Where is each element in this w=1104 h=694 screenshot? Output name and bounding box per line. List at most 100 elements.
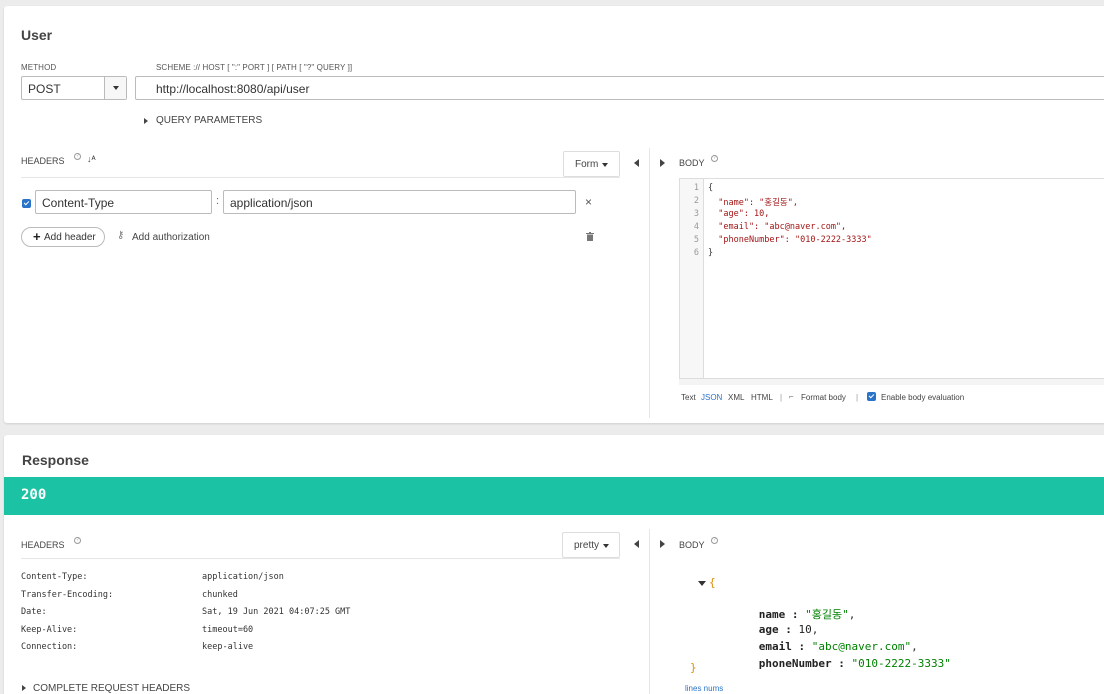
header-name-field[interactable]: Content-Type xyxy=(35,190,212,214)
headers-mode-dropdown[interactable]: Form xyxy=(563,151,620,177)
line-number: 5 xyxy=(693,235,699,245)
header-value-field[interactable]: application/json xyxy=(223,190,576,214)
code-line: "phoneNumber": "010-2222-3333" xyxy=(708,235,872,245)
body-label: BODY xyxy=(679,158,705,168)
url-format-label: SCHEME :// HOST [ ":" PORT ] [ PATH [ "?… xyxy=(156,63,353,72)
enable-eval-checkbox[interactable] xyxy=(867,392,876,401)
add-header-button[interactable]: + Add header xyxy=(21,227,105,247)
line-number: 1 xyxy=(693,183,699,193)
enable-eval-label: Enable body evaluation xyxy=(881,393,965,402)
add-authorization-link[interactable]: ⚷ Add authorization xyxy=(117,230,227,245)
line-gutter: 1 2 3 4 5 6 xyxy=(680,179,704,384)
response-header-key: Connection: xyxy=(21,642,78,652)
separator: | xyxy=(856,393,859,402)
query-parameters-toggle[interactable]: QUERY PARAMETERS xyxy=(144,115,284,129)
format-xml-option[interactable]: XML xyxy=(728,393,744,402)
response-headers-heading: HEADERS ? xyxy=(21,537,111,553)
help-icon: ? xyxy=(74,153,81,160)
response-body-viewer: { name : "홍길동", age : 10, email : "abc@n… xyxy=(684,573,1104,674)
key-icon: ⚷ xyxy=(117,230,125,241)
code-line: "age": 10, xyxy=(708,209,770,219)
response-header-value: chunked xyxy=(202,590,238,600)
url-value: http://localhost:8080/api/user xyxy=(156,82,310,96)
header-name-value: Content-Type xyxy=(42,196,115,210)
json-value: "010-2222-3333" xyxy=(851,657,951,670)
complete-request-headers-toggle[interactable]: COMPLETE REQUEST HEADERS xyxy=(22,683,222,694)
response-header-key: Content-Type: xyxy=(21,572,88,582)
json-open-brace: { xyxy=(709,576,716,589)
response-header-value: application/json xyxy=(202,572,284,582)
chevron-down-icon xyxy=(113,86,119,90)
response-header-value: timeout=60 xyxy=(202,625,254,635)
plus-icon: + xyxy=(33,229,41,244)
line-number: 6 xyxy=(693,248,699,258)
format-body-button[interactable]: Format body xyxy=(801,393,846,402)
headers-label: HEADERS xyxy=(21,156,65,166)
close-icon[interactable]: × xyxy=(585,195,592,209)
response-header-value: Sat, 19 Jun 2021 04:07:25 GMT xyxy=(202,607,351,617)
code-line: { xyxy=(708,183,714,193)
response-body-heading: BODY ? xyxy=(679,537,739,553)
format-wand-icon: ⌐ xyxy=(789,392,794,401)
response-headers-list: Content-Type: application/json Transfer-… xyxy=(21,572,421,662)
method-dropdown-toggle[interactable] xyxy=(104,77,126,99)
editor-scrollbar[interactable] xyxy=(679,378,1104,385)
collapse-right-icon[interactable] xyxy=(660,540,665,548)
response-headers-mode-dropdown[interactable]: pretty xyxy=(562,532,620,558)
method-select[interactable]: POST xyxy=(21,76,127,100)
add-authorization-label: Add authorization xyxy=(132,232,210,243)
query-parameters-label: QUERY PARAMETERS xyxy=(156,115,263,126)
headers-label: HEADERS xyxy=(21,540,65,550)
trash-icon[interactable] xyxy=(586,232,594,241)
request-panel: User METHOD SCHEME :// HOST [ ":" PORT ]… xyxy=(4,6,1104,423)
body-label: BODY xyxy=(679,540,705,550)
response-header-key: Transfer-Encoding: xyxy=(21,590,114,600)
help-icon: ? xyxy=(711,155,718,162)
json-field: phoneNumber : "010-2222-3333" xyxy=(758,657,951,670)
expand-right-icon xyxy=(22,685,26,691)
code-line: "email": "abc@naver.com", xyxy=(708,222,847,232)
format-text-option[interactable]: Text xyxy=(681,393,696,402)
response-header-value: keep-alive xyxy=(202,642,254,652)
header-enabled-checkbox[interactable] xyxy=(22,199,31,208)
json-close-brace: } xyxy=(690,661,697,674)
split-divider xyxy=(649,529,650,694)
status-code: 200 xyxy=(21,487,47,503)
response-header-key: Date: xyxy=(21,607,47,617)
status-bar: 200 xyxy=(4,477,1104,515)
response-panel: Response 200 HEADERS ? pretty Content-Ty… xyxy=(4,435,1104,694)
json-suffix: , xyxy=(848,608,856,621)
format-json-option[interactable]: JSON xyxy=(701,393,722,402)
line-number: 2 xyxy=(693,196,699,206)
line-number: 3 xyxy=(693,209,699,219)
url-input[interactable]: http://localhost:8080/api/user xyxy=(135,76,1104,100)
collapse-right-icon[interactable] xyxy=(660,159,665,167)
body-heading: BODY ? xyxy=(679,155,739,171)
chevron-down-icon xyxy=(603,544,609,548)
body-format-bar: Text JSON XML HTML | ⌐ Format body | Ena… xyxy=(681,392,1104,405)
json-key: phoneNumber xyxy=(758,657,832,670)
sort-alpha-icon[interactable]: ↓ᴬ xyxy=(87,154,96,164)
expand-right-icon xyxy=(144,118,148,124)
collapse-left-icon[interactable] xyxy=(634,159,639,167)
split-divider xyxy=(649,148,650,418)
method-label: METHOD xyxy=(21,63,57,72)
headers-mode-label: Form xyxy=(575,159,599,170)
code-line: } xyxy=(708,248,714,258)
response-header-key: Keep-Alive: xyxy=(21,625,78,635)
divider xyxy=(21,558,620,559)
method-value: POST xyxy=(28,82,61,96)
body-editor[interactable]: 1 2 3 4 5 6 { "name": "홍길동", "age": 10, … xyxy=(679,178,1104,385)
headers-heading: HEADERS ? ↓ᴬ xyxy=(21,153,111,169)
response-title: Response xyxy=(22,452,89,468)
chevron-down-icon xyxy=(602,163,608,167)
collapse-left-icon[interactable] xyxy=(634,540,639,548)
code-line: "name": "홍길동", xyxy=(708,198,798,208)
header-value-value: application/json xyxy=(230,196,313,210)
separator: | xyxy=(780,393,783,402)
line-number: 4 xyxy=(693,222,699,232)
collapse-down-icon[interactable] xyxy=(698,581,706,586)
format-html-option[interactable]: HTML xyxy=(751,393,773,402)
lines-nums-link[interactable]: lines nums xyxy=(685,684,723,693)
header-separator: : xyxy=(216,195,220,207)
